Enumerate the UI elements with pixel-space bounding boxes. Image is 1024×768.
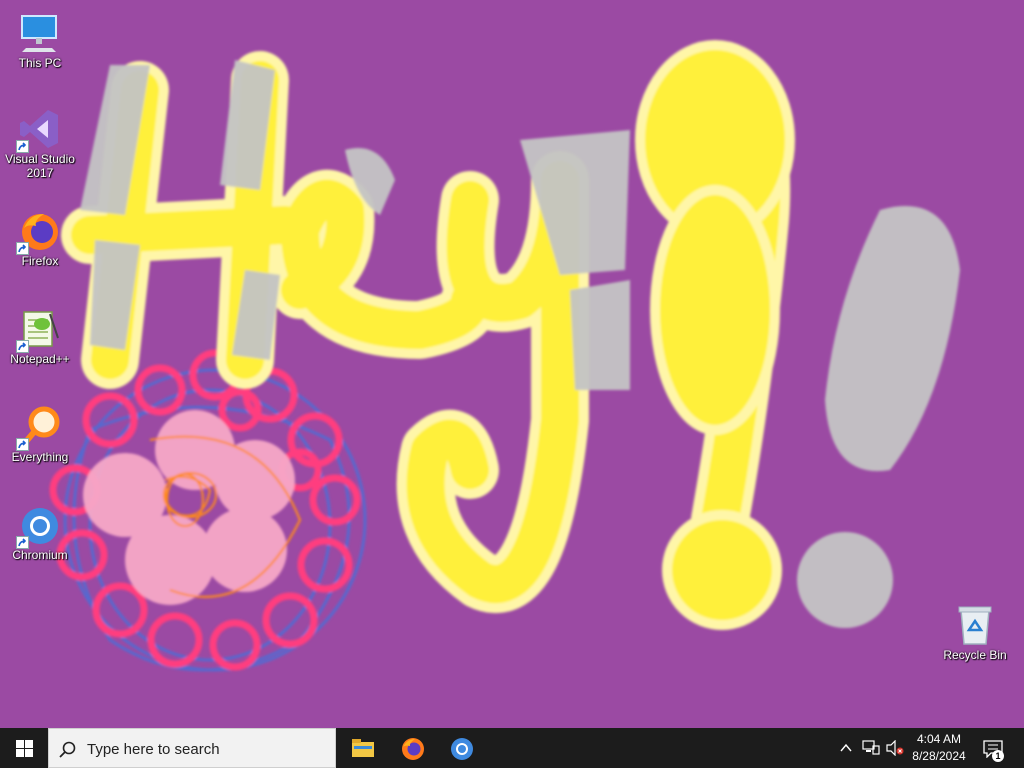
desktop-icon-label: Recycle Bin [943,648,1007,662]
recycle-bin-icon [958,606,992,645]
shortcut-arrow-icon [16,536,29,549]
search-input[interactable] [87,739,327,759]
desktop-icon-recycle-bin[interactable]: Recycle Bin [937,600,1013,662]
desktop-icon-this-pc[interactable]: This PC [2,8,78,70]
start-button[interactable] [0,728,48,768]
clock-time: 4:04 AM [916,732,962,746]
desktop-icon-visual-studio[interactable]: Visual Studio 2017 [2,104,78,180]
shortcut-arrow-icon [16,340,29,353]
windows-logo-icon [16,740,33,757]
volume-control[interactable] [884,728,906,768]
desktop-icon-label: Visual Studio 2017 [5,152,75,180]
chevron-up-icon [840,743,852,752]
shortcut-arrow-icon [16,242,29,255]
wallpaper-drawing [49,40,960,672]
shortcut-arrow-icon [16,140,29,153]
desktop[interactable]: This PC Visual Studio 2017 Firefox Notep… [0,0,1024,728]
clock-date: 8/28/2024 [912,749,966,763]
show-hidden-icons-button[interactable] [838,728,854,768]
taskbar-firefox[interactable] [388,728,436,768]
chromium-icon [451,738,473,760]
action-center-button[interactable] [980,728,1012,768]
desktop-icon-everything[interactable]: Everything [2,402,78,464]
desktop-icon-label: This PC [18,56,62,70]
taskbar-chromium[interactable] [437,728,485,768]
desktop-icon-notepadpp[interactable]: Notepad++ [2,304,78,366]
network-status[interactable] [860,728,882,768]
desktop-icon-firefox[interactable]: Firefox [2,206,78,268]
desktop-icon-chromium[interactable]: Chromium [2,500,78,562]
search-box[interactable] [48,728,336,768]
desktop-icon-label: Everything [11,450,69,464]
taskbar: 4:04 AM 8/28/2024 1 [0,728,1024,768]
firefox-icon [402,738,424,760]
system-clock[interactable]: 4:04 AM 8/28/2024 [906,731,972,765]
taskbar-file-explorer[interactable] [338,728,386,768]
notification-count-badge: 1 [992,750,1004,762]
shortcut-arrow-icon [16,438,29,451]
desktop-icon-label: Notepad++ [10,352,70,366]
desktop-icon-label: Firefox [21,254,59,268]
folder-icon [352,739,374,757]
search-icon [59,741,76,758]
desktop-icon-label: Chromium [12,548,68,562]
network-icon [862,740,880,755]
computer-icon [21,15,57,52]
volume-muted-icon [886,740,904,756]
flower-doodle [49,349,367,672]
